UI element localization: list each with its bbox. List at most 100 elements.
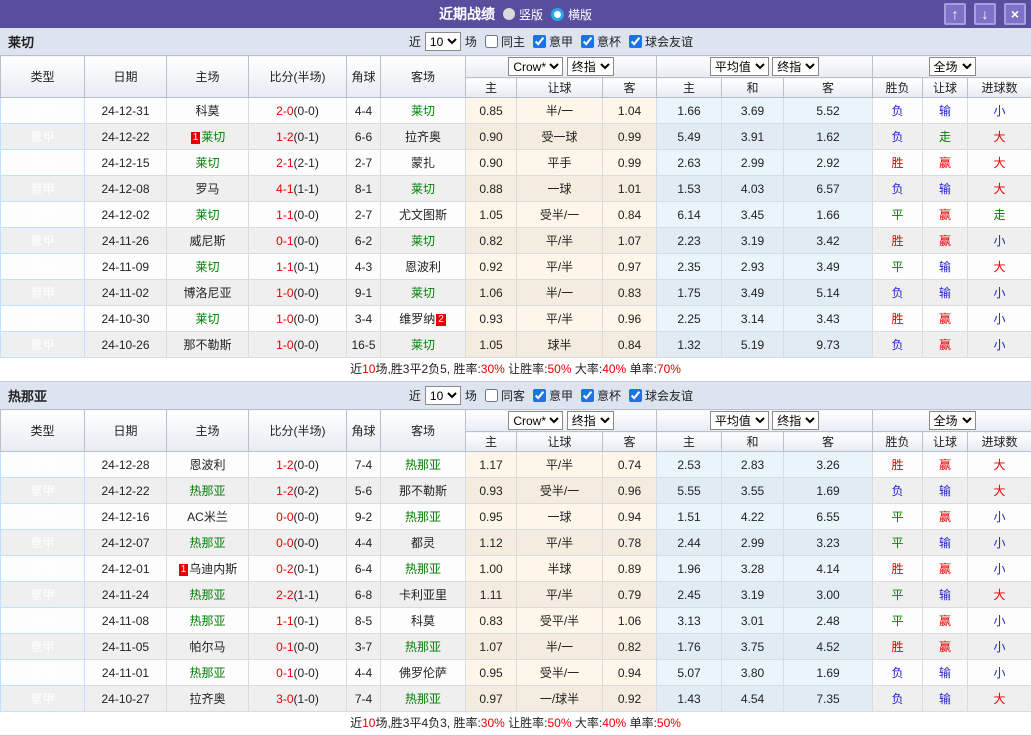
home-team-cell: 热那亚 — [167, 478, 249, 504]
col-score-header: 比分(半场) — [249, 56, 347, 98]
score-cell: 1-1(0-1) — [249, 254, 347, 280]
scope-select[interactable]: 全场 — [929, 411, 976, 430]
match-row: 意甲24-11-01热那亚0-1(0-0)4-4佛罗伦萨0.95受半/一0.94… — [1, 660, 1031, 686]
euro-away-odds: 4.52 — [784, 634, 873, 660]
handicap-home-odds: 1.05 — [466, 332, 517, 358]
league-cell: 意甲 — [1, 556, 85, 582]
euro-draw-odds: 4.03 — [722, 176, 784, 202]
goals-result-cell: 大 — [968, 254, 1031, 280]
result-cell: 胜 — [873, 556, 923, 582]
home-team-cell: 莱切 — [167, 150, 249, 176]
result-cell: 平 — [873, 530, 923, 556]
move-down-button[interactable]: ↓ — [974, 3, 996, 25]
corner-cell: 5-6 — [347, 478, 381, 504]
radio-vertical-icon[interactable] — [503, 8, 515, 20]
team-name: 维罗纳 — [399, 312, 435, 326]
same-venue-label: 同主 — [501, 33, 525, 50]
same-venue-checkbox[interactable] — [485, 389, 498, 402]
handicap-result-cell: 输 — [923, 660, 968, 686]
match-count-select[interactable]: 10 — [425, 386, 461, 405]
euro-draw-odds: 2.93 — [722, 254, 784, 280]
scope-group-header: 全场 — [873, 410, 1031, 432]
league-cell: 意甲 — [1, 530, 85, 556]
goals-result-cell: 大 — [968, 582, 1031, 608]
move-up-button[interactable]: ↑ — [944, 3, 966, 25]
section-header: 莱切 近 10 场 同主 意甲 意杯 球会友谊 — [0, 28, 1031, 55]
euro-home-odds: 2.25 — [657, 306, 722, 332]
date-cell: 24-11-02 — [85, 280, 167, 306]
score-cell: 1-1(0-0) — [249, 202, 347, 228]
handicap-away-odds: 0.84 — [603, 202, 657, 228]
team-section: 热那亚 近 10 场 同客 意甲 意杯 球会友谊 — [0, 382, 1031, 736]
league-cell: 意甲 — [1, 98, 85, 124]
sub-away2-header: 客 — [784, 432, 873, 452]
handicap-away-odds: 0.94 — [603, 660, 657, 686]
radio-horizontal[interactable]: 横版 — [551, 6, 592, 23]
match-row: 意甲24-10-26那不勒斯1-0(0-0)16-5莱切1.05球半0.841.… — [1, 332, 1031, 358]
euro-away-odds: 2.48 — [784, 608, 873, 634]
league-checkbox[interactable] — [533, 35, 546, 48]
score-cell: 0-1(0-0) — [249, 228, 347, 254]
bookmaker-select[interactable]: Crow* — [508, 411, 563, 430]
friendly-checkbox[interactable] — [629, 389, 642, 402]
match-row: 意甲24-12-221莱切1-2(0-1)6-6拉齐奥0.90受一球0.995.… — [1, 124, 1031, 150]
close-button[interactable]: × — [1004, 3, 1026, 25]
goals-result-cell: 小 — [968, 280, 1031, 306]
away-team-cell: 热那亚 — [381, 452, 466, 478]
goals-result-cell: 小 — [968, 504, 1031, 530]
score-cell: 1-0(0-0) — [249, 306, 347, 332]
euro-draw-odds: 5.19 — [722, 332, 784, 358]
same-venue-checkbox[interactable] — [485, 35, 498, 48]
cup-checkbox[interactable] — [581, 389, 594, 402]
euro-away-odds: 9.73 — [784, 332, 873, 358]
radio-vertical[interactable]: 竖版 — [503, 6, 543, 23]
radio-horizontal-icon[interactable] — [551, 8, 564, 21]
goals-result-cell: 大 — [968, 478, 1031, 504]
home-team-cell: 热那亚 — [167, 582, 249, 608]
euro-draw-odds: 3.75 — [722, 634, 784, 660]
match-row: 意甲24-12-07热那亚0-0(0-0)4-4都灵1.12平/半0.782.4… — [1, 530, 1031, 556]
match-row: 意甲24-12-22热那亚1-2(0-2)5-6那不勒斯0.93受半/一0.96… — [1, 478, 1031, 504]
same-venue-label: 同客 — [501, 387, 525, 404]
euro-home-odds: 2.44 — [657, 530, 722, 556]
corner-cell: 8-5 — [347, 608, 381, 634]
result-cell: 平 — [873, 504, 923, 530]
home-team-cell: 热那亚 — [167, 660, 249, 686]
bookmaker-select[interactable]: Crow* — [508, 57, 563, 76]
team-name: 热那亚 — [405, 692, 441, 706]
result-cell: 胜 — [873, 228, 923, 254]
average-select[interactable]: 平均值 — [710, 411, 769, 430]
league-label: 意甲 — [549, 387, 573, 404]
league-checkbox[interactable] — [533, 389, 546, 402]
euro-home-odds: 2.23 — [657, 228, 722, 254]
handicap-result-cell: 输 — [923, 280, 968, 306]
friendly-checkbox[interactable] — [629, 35, 642, 48]
final-odds-select[interactable]: 终指 — [567, 57, 614, 76]
handicap-result-cell: 赢 — [923, 634, 968, 660]
average-select[interactable]: 平均值 — [710, 57, 769, 76]
match-count-select[interactable]: 10 — [425, 32, 461, 51]
sub-away2-header: 客 — [784, 78, 873, 98]
euro-draw-odds: 3.14 — [722, 306, 784, 332]
goals-result-cell: 大 — [968, 686, 1031, 712]
handicap-away-odds: 0.83 — [603, 280, 657, 306]
match-row: 意甲24-12-16AC米兰0-0(0-0)9-2热那亚0.95一球0.941.… — [1, 504, 1031, 530]
handicap-home-odds: 0.82 — [466, 228, 517, 254]
team-name: 莱切 — [411, 338, 435, 352]
score-cell: 1-0(0-0) — [249, 280, 347, 306]
euro-home-odds: 1.96 — [657, 556, 722, 582]
handicap-away-odds: 0.78 — [603, 530, 657, 556]
scope-select[interactable]: 全场 — [929, 57, 976, 76]
team-name: 莱切 — [411, 234, 435, 248]
euro-draw-odds: 3.55 — [722, 478, 784, 504]
score-cell: 3-0(1-0) — [249, 686, 347, 712]
team-name: 威尼斯 — [189, 234, 225, 248]
handicap-line: 受半/一 — [517, 660, 603, 686]
league-cell: 意甲 — [1, 124, 85, 150]
final-odds-select-2[interactable]: 终指 — [772, 57, 819, 76]
cup-checkbox[interactable] — [581, 35, 594, 48]
final-odds-select[interactable]: 终指 — [567, 411, 614, 430]
handicap-line: 受一球 — [517, 124, 603, 150]
euro-away-odds: 3.49 — [784, 254, 873, 280]
final-odds-select-2[interactable]: 终指 — [772, 411, 819, 430]
